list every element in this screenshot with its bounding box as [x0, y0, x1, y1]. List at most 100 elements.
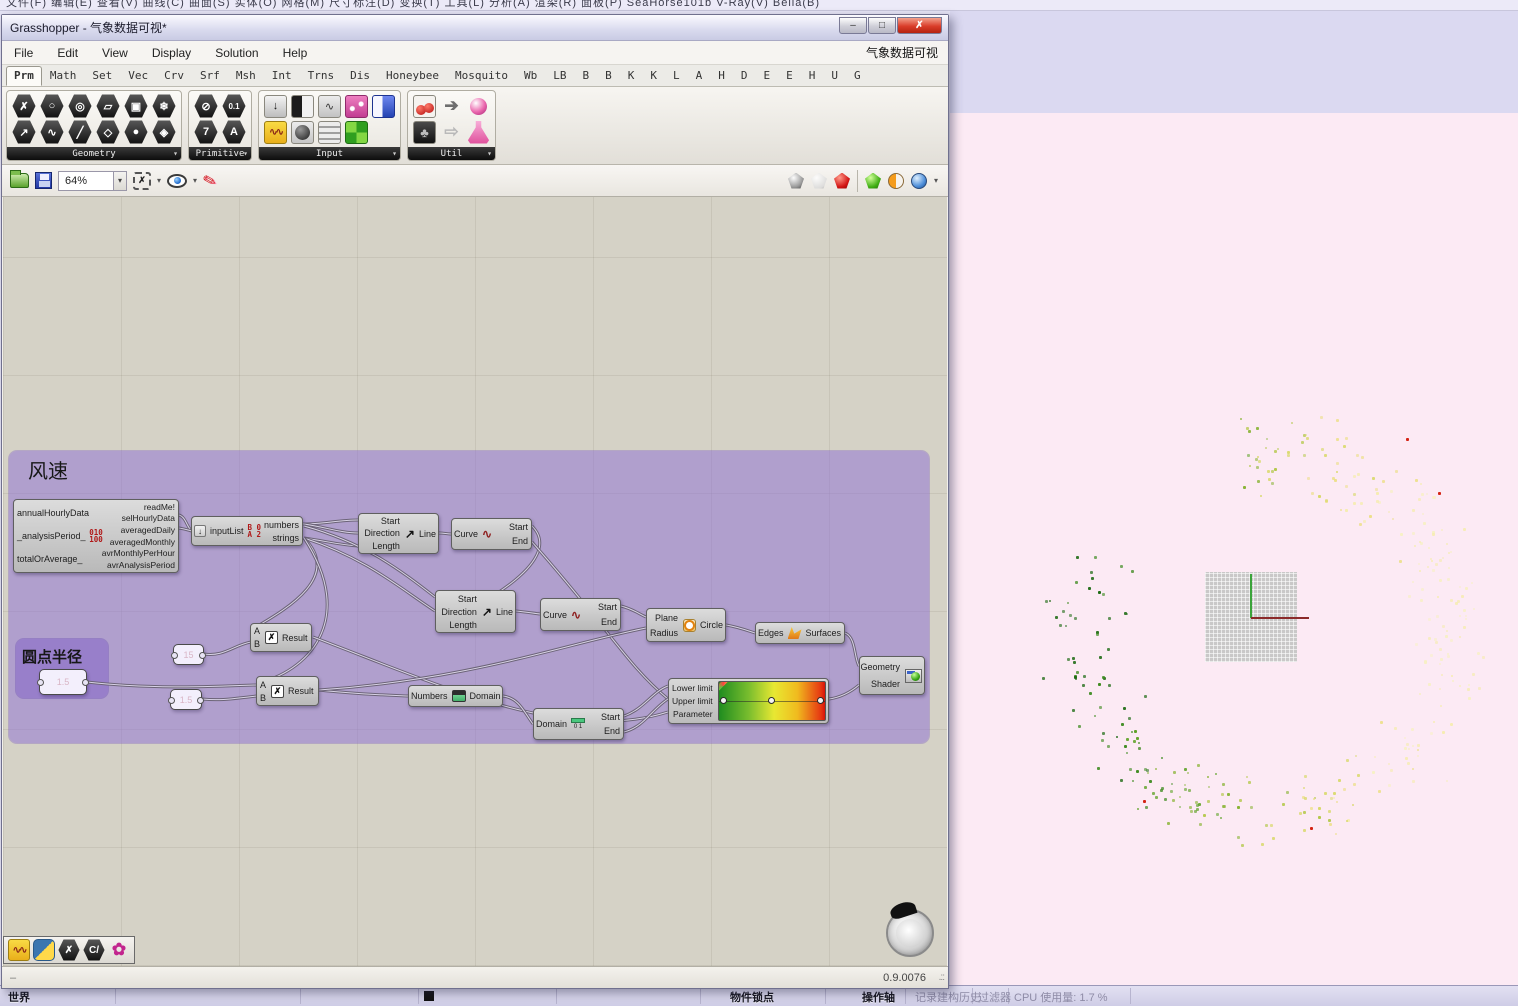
- hex-box-icon[interactable]: ▣: [124, 94, 148, 118]
- menu-file[interactable]: File: [2, 43, 45, 63]
- arrow-outline-icon[interactable]: ⇨: [440, 121, 463, 144]
- port-label[interactable]: Curve: [454, 529, 478, 539]
- status-gumball[interactable]: 操作轴: [862, 989, 895, 1005]
- node-custom-preview[interactable]: Geometry Shader: [859, 656, 925, 695]
- node-input-list[interactable]: ↓ inputList B 0 A 2 numbers strings: [191, 516, 303, 546]
- port-label[interactable]: Domain: [470, 691, 501, 701]
- tab-prm-0[interactable]: Prm: [6, 66, 42, 86]
- tab-l-18[interactable]: L: [665, 66, 688, 86]
- tab-a-19[interactable]: A: [688, 66, 711, 86]
- port-label[interactable]: Start: [458, 594, 477, 604]
- import-icon[interactable]: ↓: [264, 94, 287, 118]
- node-line-sdl-1[interactable]: Start Direction Length ↗ Line: [358, 513, 439, 554]
- node-gradient[interactable]: Lower limit Upper limit Parameter: [668, 678, 829, 724]
- node-bounds[interactable]: Numbers Domain: [408, 685, 503, 707]
- minimize-button[interactable]: –: [839, 17, 867, 34]
- port-label[interactable]: Curve: [543, 610, 567, 620]
- sketch-pen-icon[interactable]: ✎: [201, 169, 219, 192]
- preview-wire-icon[interactable]: [810, 172, 827, 189]
- rhino-viewport[interactable]: [950, 113, 1518, 985]
- tab-h-20[interactable]: H: [710, 66, 733, 86]
- graph-mapper-icon[interactable]: ∿: [318, 94, 341, 118]
- close-button[interactable]: ✗: [897, 17, 942, 34]
- cherry-icon[interactable]: [413, 94, 436, 118]
- port-label[interactable]: Length: [372, 541, 400, 551]
- panel-icon[interactable]: [318, 120, 341, 144]
- tab-crv-4[interactable]: Crv: [156, 66, 192, 86]
- port-label[interactable]: Start: [381, 516, 400, 526]
- tab-math-1[interactable]: Math: [42, 66, 85, 86]
- port-label[interactable]: Domain: [536, 719, 567, 729]
- panel-pink-icon[interactable]: [345, 94, 368, 118]
- canvas-compass[interactable]: [886, 909, 934, 957]
- quality-icon[interactable]: [864, 172, 881, 189]
- node-number-1-5[interactable]: 1.5: [168, 689, 204, 710]
- gradient-bar[interactable]: [717, 681, 826, 721]
- port-label[interactable]: avrMonthlyPerHour: [102, 548, 175, 558]
- node-circle[interactable]: Plane Radius Circle: [646, 608, 726, 642]
- port-label[interactable]: Start: [509, 522, 528, 532]
- node-multiply-2[interactable]: A B ✗ Result: [256, 676, 319, 706]
- hex-null-icon[interactable]: ⊘: [194, 94, 218, 118]
- port-label[interactable]: B: [254, 639, 260, 649]
- tab-lb-13[interactable]: LB: [545, 66, 574, 86]
- port-label[interactable]: Parameter: [673, 709, 713, 719]
- tab-msh-6[interactable]: Msh: [228, 66, 264, 86]
- tab-e-23[interactable]: E: [778, 66, 801, 86]
- tab-k-17[interactable]: K: [642, 66, 665, 86]
- tab-k-16[interactable]: K: [620, 66, 643, 86]
- hex-integer-icon[interactable]: 7: [194, 120, 218, 144]
- port-label[interactable]: _analysisPeriod_: [17, 531, 86, 541]
- status-snap[interactable]: 物件锁点: [730, 989, 774, 1005]
- port-label[interactable]: A: [260, 680, 266, 690]
- flask-icon[interactable]: [467, 120, 490, 144]
- layer-color-swatch[interactable]: [424, 991, 434, 1001]
- hex-x-icon[interactable]: ✗: [12, 94, 36, 118]
- gradient-knob[interactable]: [719, 697, 727, 704]
- port-label[interactable]: Direction: [364, 528, 400, 538]
- port-label[interactable]: averagedMonthly: [110, 537, 175, 547]
- node-decon-domain[interactable]: Domain 0 1 Start End: [533, 708, 624, 740]
- port-label[interactable]: A: [254, 626, 260, 636]
- toggle-icon[interactable]: [372, 94, 395, 118]
- tab-dis-9[interactable]: Dis: [342, 66, 378, 86]
- port-label[interactable]: Upper limit: [672, 696, 713, 706]
- knob-icon[interactable]: [291, 120, 314, 144]
- port-label[interactable]: Result: [282, 633, 308, 643]
- paint-icon[interactable]: [467, 95, 490, 118]
- hex-vector-icon[interactable]: ↗: [12, 120, 36, 144]
- halftone-icon[interactable]: [887, 172, 904, 189]
- port-label[interactable]: Plane: [655, 613, 678, 623]
- port-label[interactable]: readMe!: [144, 502, 175, 512]
- hex-plane-icon[interactable]: ▱: [96, 94, 120, 118]
- gradient-knob[interactable]: [816, 697, 824, 704]
- grasshopper-window[interactable]: Grasshopper - 气象数据可视* – □ ✗ File Edit View…: [1, 14, 949, 989]
- tab-d-21[interactable]: D: [733, 66, 756, 86]
- arrow-solid-icon[interactable]: ➔: [440, 95, 463, 118]
- tab-srf-5[interactable]: Srf: [192, 66, 228, 86]
- hex-text-icon[interactable]: A: [222, 120, 246, 144]
- graph-mapper-icon[interactable]: ∿∿: [8, 939, 30, 961]
- hex-number-icon[interactable]: 0.1: [222, 94, 246, 118]
- node-number-15[interactable]: 15: [171, 644, 206, 665]
- port-label[interactable]: End: [601, 617, 617, 627]
- hex-line-icon[interactable]: ╱: [68, 120, 92, 144]
- csharp-icon[interactable]: C/: [83, 939, 105, 961]
- port-label[interactable]: Result: [288, 686, 314, 696]
- python-icon[interactable]: [33, 939, 55, 961]
- hex-diamond-icon[interactable]: ◇: [96, 120, 120, 144]
- gradient-knob[interactable]: [767, 697, 775, 704]
- port-label[interactable]: B: [260, 693, 266, 703]
- resize-grip[interactable]: .::: [939, 972, 945, 983]
- checker-icon[interactable]: [345, 120, 368, 144]
- tab-g-26[interactable]: G: [846, 66, 869, 86]
- maximize-button[interactable]: □: [868, 17, 896, 34]
- port-label[interactable]: avrAnalysisPeriod: [107, 560, 175, 570]
- port-label[interactable]: strings: [272, 533, 299, 543]
- zoom-extents-icon[interactable]: ✗: [133, 171, 151, 190]
- port-label[interactable]: averagedDaily: [121, 525, 175, 535]
- port-label[interactable]: Start: [598, 602, 617, 612]
- node-line-sdl-2[interactable]: Start Direction Length ↗ Line: [435, 590, 516, 633]
- status-cpu[interactable]: CPU 使用量: 1.7 %: [1014, 989, 1108, 1005]
- port-label[interactable]: Surfaces: [806, 628, 842, 638]
